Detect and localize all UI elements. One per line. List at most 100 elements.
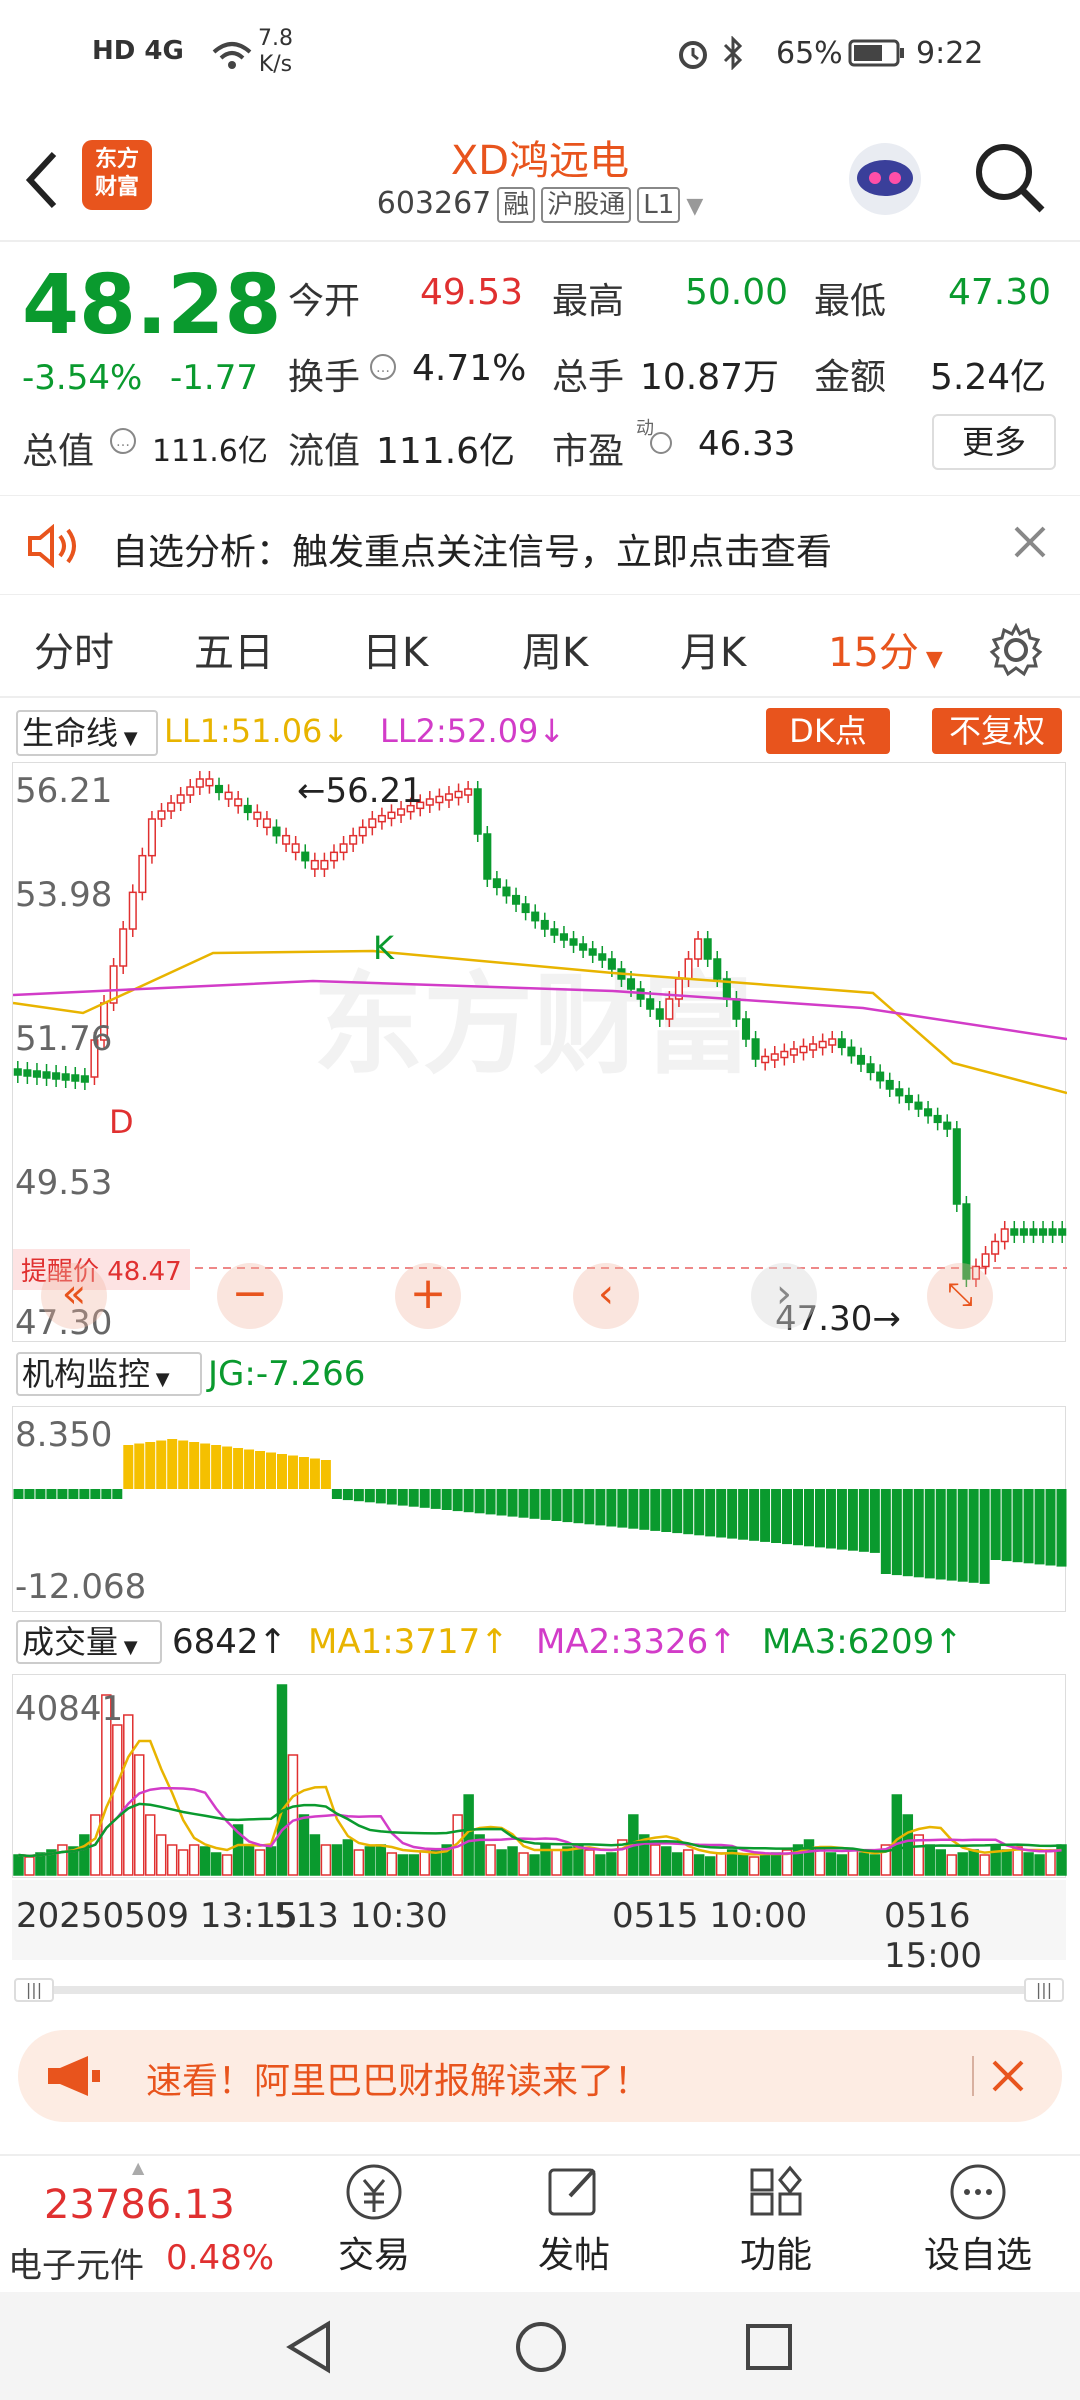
more-button[interactable]: 更多 (932, 414, 1056, 470)
volume-indicator-selector[interactable]: 成交量 ▼ (16, 1620, 162, 1664)
alert-banner[interactable]: 自选分析：触发重点关注信号，立即点击查看 (0, 495, 1080, 595)
net-speed-value: 7.8 (258, 26, 293, 51)
zoom-out-icon[interactable]: − (217, 1263, 283, 1329)
sector-pct: 0.48% (166, 2238, 275, 2278)
candle (684, 958, 693, 980)
close-icon[interactable] (1012, 522, 1048, 566)
candle (1058, 1228, 1067, 1236)
scroll-left-icon[interactable]: ‹ (573, 1263, 639, 1329)
news-banner[interactable]: 速看！阿里巴巴财报解读来了！ (18, 2030, 1062, 2122)
jg-bar (320, 1460, 331, 1489)
candle (579, 943, 588, 951)
nav-recents-icon[interactable] (744, 2322, 794, 2376)
nav-functions[interactable]: 功能 (700, 2160, 852, 2278)
wifi-icon (212, 40, 252, 78)
nav-post[interactable]: 发帖 (498, 2160, 650, 2278)
jg-chart[interactable]: 8.350 -12.068 (12, 1406, 1067, 1612)
candle (1019, 1228, 1028, 1236)
volume-bar (529, 1854, 540, 1876)
candle (952, 1128, 961, 1205)
volume-bar (342, 1839, 354, 1876)
volume-current: 6842↑ (172, 1622, 288, 1662)
volume-bar (836, 1854, 848, 1876)
info-icon[interactable]: … (368, 352, 398, 386)
scroll-handle-left[interactable]: ||| (14, 1978, 54, 2002)
scroll-right-icon[interactable]: › (751, 1263, 817, 1329)
jg-bar (1034, 1489, 1045, 1565)
high-value: 50.00 (685, 272, 789, 313)
tab-15min[interactable]: 15分 ▼ (828, 620, 943, 678)
volume-ma3: MA3:6209↑ (762, 1622, 963, 1662)
candle (646, 998, 655, 1010)
robot-assistant-icon[interactable] (842, 136, 928, 222)
chevron-down-icon[interactable]: ▼ (686, 194, 703, 219)
nav-add-watchlist[interactable]: 设自选 (902, 2160, 1054, 2278)
jg-bar (705, 1489, 716, 1537)
tab-monthly[interactable]: 月K (680, 620, 746, 678)
jg-indicator-selector[interactable]: 机构监控 ▼ (16, 1352, 202, 1396)
nav-trade[interactable]: 交易 (298, 2160, 450, 2278)
volume-bar (155, 1834, 167, 1876)
close-icon[interactable] (986, 2054, 1030, 2102)
jg-bar (353, 1489, 364, 1502)
info-icon[interactable] (648, 430, 674, 460)
candle (1000, 1228, 1009, 1243)
volume-bar (134, 1754, 145, 1876)
jump-start-icon[interactable]: « (41, 1263, 107, 1329)
alarm-icon (676, 36, 710, 78)
sector-index[interactable]: ▲ 23786.13 电子元件 0.48% (0, 2156, 290, 2292)
scroll-handle-right[interactable]: ||| (1024, 1978, 1064, 2002)
jg-svg (13, 1439, 1067, 1584)
kline-chart[interactable]: 东方财富 56.21 53.98 51.76 49.53 47.30 ←56.2… (12, 762, 1068, 1343)
volume-bar (682, 1849, 694, 1876)
tab-weekly[interactable]: 周K (522, 620, 588, 678)
candle (943, 1121, 952, 1130)
open-value: 49.53 (420, 272, 524, 313)
volume-bar (408, 1854, 419, 1876)
float-label: 流值 (288, 431, 361, 472)
tab-daily[interactable]: 日K (362, 620, 428, 678)
reset-zoom-icon[interactable]: ⤡ (927, 1263, 993, 1329)
jg-bar (727, 1489, 738, 1539)
candle (243, 804, 252, 814)
watermark: 东方财富 (313, 961, 753, 1089)
volume-bar (858, 1852, 870, 1876)
jg-bar (551, 1489, 562, 1521)
jg-bar (496, 1489, 507, 1516)
tab-5day[interactable]: 五日 (194, 620, 274, 678)
speaker-icon (26, 523, 82, 572)
volume-bar (847, 1849, 859, 1876)
settings-gear-icon[interactable] (988, 622, 1044, 682)
jg-bar (518, 1489, 529, 1518)
volume-bar (276, 1684, 288, 1876)
x-tick: 513 10:30 (274, 1896, 448, 1936)
jg-bar (891, 1489, 902, 1576)
candle (991, 1240, 1000, 1255)
status-bar: HD 4G 7.8 K/s 65% 9:22 (0, 0, 1080, 110)
no-adjust-button[interactable]: 不复权 (932, 708, 1062, 754)
candle (224, 791, 233, 800)
info-icon[interactable]: … (108, 426, 138, 460)
dk-point-button[interactable]: DK点 (766, 708, 890, 754)
indicator-selector[interactable]: 生命线 ▼ (16, 710, 158, 756)
jg-bar (858, 1489, 869, 1552)
jg-bar (189, 1442, 200, 1489)
jg-bar (782, 1489, 793, 1545)
jg-bar (463, 1489, 474, 1513)
nav-back-icon[interactable] (284, 2320, 334, 2378)
k-signal-marker: K (373, 929, 394, 967)
nav-home-icon[interactable] (514, 2320, 568, 2378)
candle (262, 818, 271, 829)
volume-chart[interactable]: 40841 (12, 1674, 1067, 1878)
jg-bar (606, 1489, 617, 1527)
jg-bar (1045, 1489, 1056, 1566)
tab-intraday[interactable]: 分时 (34, 620, 114, 678)
chart-scrollbar[interactable]: ||| ||| (14, 1978, 1064, 2002)
zoom-in-icon[interactable]: + (395, 1263, 461, 1329)
volume-bar (331, 1844, 343, 1876)
search-icon[interactable] (972, 140, 1048, 220)
jg-bar (331, 1489, 342, 1499)
candle (895, 1088, 904, 1097)
jg-bar (716, 1489, 727, 1538)
volume-bar (210, 1852, 222, 1876)
